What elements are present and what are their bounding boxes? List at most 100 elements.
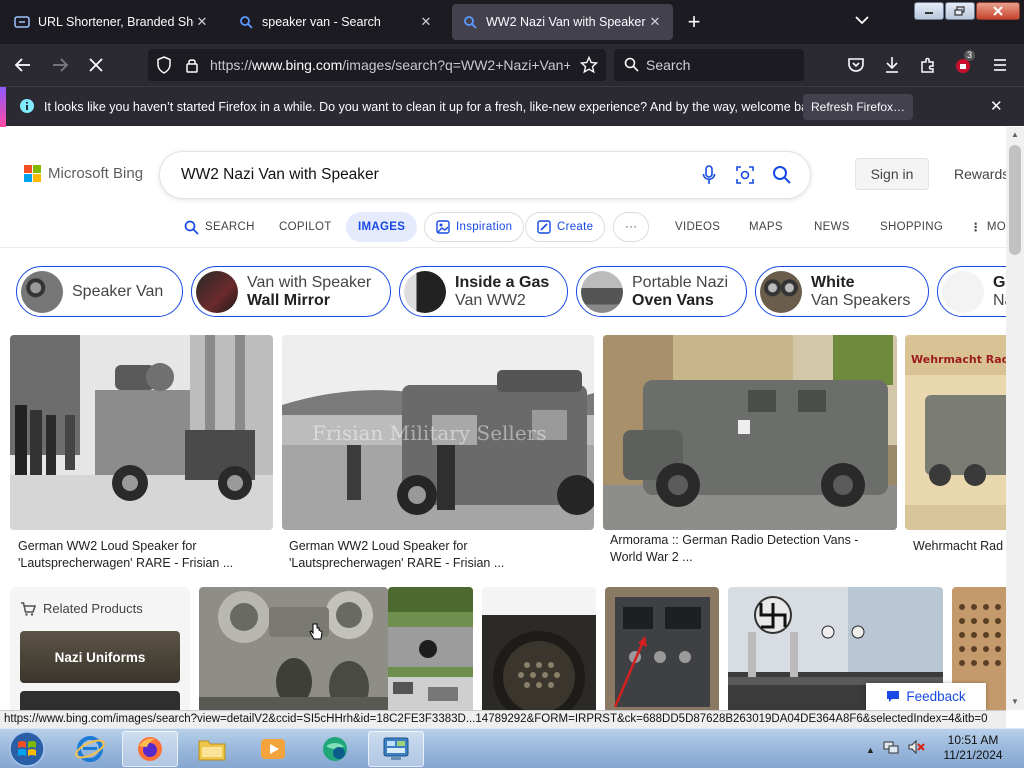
search-bar[interactable]: Search	[614, 49, 804, 81]
search-icon[interactable]	[770, 163, 794, 187]
scope-images[interactable]: IMAGES	[346, 212, 418, 242]
media-player-icon[interactable]	[245, 731, 301, 767]
result-image-1[interactable]	[10, 335, 273, 530]
forward-arrow-icon[interactable]	[48, 53, 72, 77]
volume-muted-icon[interactable]	[907, 739, 925, 760]
back-arrow-icon[interactable]	[11, 53, 35, 77]
related-product-nazi-uniforms[interactable]: Nazi Uniforms	[20, 631, 180, 683]
scope-more[interactable]: ⋮ MORE	[970, 212, 1006, 242]
result-image-5[interactable]	[199, 587, 388, 710]
windows-start-button[interactable]	[4, 730, 50, 768]
close-window-button[interactable]	[976, 2, 1020, 20]
feedback-button[interactable]: Feedback	[866, 683, 986, 710]
related-chip-portable-nazi-oven-vans[interactable]: Portable Nazi Oven Vans	[576, 266, 747, 317]
result-image-4[interactable]: Wehrmacht Rad	[905, 335, 1006, 530]
url-text[interactable]: https://www.bing.com/images/search?q=WW2…	[210, 57, 570, 73]
scope-copilot[interactable]: COPILOT	[279, 212, 332, 242]
related-chip-partial[interactable]: GeNa	[937, 266, 1006, 317]
rewards-link[interactable]: Rewards	[954, 166, 1006, 182]
scope-news[interactable]: NEWS	[814, 212, 850, 242]
extensions-puzzle-icon[interactable]	[916, 53, 940, 77]
chip-line-2: Na	[993, 291, 1006, 309]
caption-line-1: German WW2 Loud Speaker for	[289, 539, 468, 553]
refresh-firefox-button[interactable]: Refresh Firefox…	[803, 94, 913, 120]
scope-more-options[interactable]: ···	[613, 212, 650, 242]
chip-label: Van with Speaker Wall Mirror	[247, 274, 371, 310]
tab-title: WW2 Nazi Van with Speaker - Se	[486, 15, 647, 29]
scope-label: SEARCH	[205, 221, 255, 233]
shopping-cart-icon	[21, 601, 36, 616]
downloads-icon[interactable]	[880, 53, 904, 77]
url-bar[interactable]: https://www.bing.com/images/search?q=WW2…	[148, 49, 606, 81]
lock-icon[interactable]	[180, 53, 204, 77]
related-chip-van-with-speaker-wall-mirror[interactable]: Van with Speaker Wall Mirror	[191, 266, 391, 317]
related-product-card[interactable]	[20, 691, 180, 710]
tab-ww2-nazi-van[interactable]: WW2 Nazi Van with Speaker - Se ✕	[452, 4, 673, 40]
mouse-pointer-hand-icon	[309, 623, 323, 641]
network-icon[interactable]	[883, 739, 899, 760]
caption-line-2: 'Lautsprecherwagen' RARE - Frisian ...	[289, 556, 505, 570]
scope-search[interactable]: SEARCH	[184, 212, 255, 242]
close-notification-icon[interactable]: ✕	[990, 97, 1003, 115]
chip-line-2: Wall Mirror	[247, 291, 330, 309]
show-hidden-icons-icon[interactable]: ▲	[866, 745, 875, 755]
result-caption-3[interactable]: Armorama :: German Radio Detection Vans …	[610, 532, 900, 566]
related-chip-white-van-speakers[interactable]: White Van Speakers	[755, 266, 929, 317]
close-tab-icon[interactable]: ✕	[194, 14, 210, 30]
scroll-down-arrow-icon[interactable]: ▼	[1006, 694, 1024, 710]
control-panel-icon[interactable]	[368, 731, 424, 767]
stop-loading-icon[interactable]	[84, 53, 108, 77]
system-tray: ▲	[866, 739, 925, 760]
info-icon	[19, 98, 35, 119]
visual-search-camera-icon[interactable]	[733, 163, 757, 187]
extension-badge-icon[interactable]: 3	[952, 50, 976, 77]
list-all-tabs-icon[interactable]	[852, 12, 876, 32]
result-image-2[interactable]: Frisian Military Sellers	[282, 335, 594, 530]
result-image-8[interactable]	[605, 587, 719, 710]
globe-app-icon[interactable]	[307, 731, 363, 767]
close-tab-icon[interactable]: ✕	[647, 14, 663, 30]
search-query[interactable]: WW2 Nazi Van with Speaker	[181, 166, 379, 184]
close-tab-icon[interactable]: ✕	[418, 14, 434, 30]
result-caption-2[interactable]: German WW2 Loud Speaker for 'Lautsprecher…	[289, 538, 589, 572]
related-chip-inside-a-gas-van[interactable]: Inside a Gas Van WW2	[399, 266, 568, 317]
scope-shopping[interactable]: SHOPPING	[880, 212, 943, 242]
result-caption-1[interactable]: German WW2 Loud Speaker for 'Lautsprecher…	[18, 538, 268, 572]
clock-time: 10:51 AM	[947, 733, 999, 747]
taskbar-clock[interactable]: 10:51 AM 11/21/2024	[934, 733, 1012, 763]
firefox-taskbar-icon[interactable]	[122, 731, 178, 767]
hamburger-menu-icon[interactable]	[988, 53, 1012, 77]
internet-explorer-icon[interactable]	[62, 731, 118, 767]
result-caption-4[interactable]: Wehrmacht Rad	[913, 538, 1006, 555]
result-image-6[interactable]	[388, 587, 473, 710]
scroll-up-arrow-icon[interactable]: ▲	[1006, 127, 1024, 143]
new-tab-button[interactable]: +	[681, 10, 707, 36]
feedback-label: Feedback	[906, 689, 966, 704]
sign-in-button[interactable]: Sign in	[855, 158, 929, 190]
result-image-7[interactable]	[482, 587, 596, 710]
pocket-icon[interactable]	[844, 53, 868, 77]
scroll-thumb[interactable]	[1009, 145, 1021, 255]
tracking-protection-shield-icon[interactable]	[152, 53, 176, 77]
scope-videos[interactable]: VIDEOS	[675, 212, 720, 242]
search-icon	[238, 14, 254, 30]
chip-line-2: Oven Vans	[632, 291, 714, 309]
minimize-button[interactable]	[914, 2, 944, 20]
microphone-icon[interactable]	[697, 163, 721, 187]
chip-line-1: Van with Speaker	[247, 273, 372, 291]
page-scrollbar[interactable]: ▲ ▼	[1006, 127, 1024, 710]
scope-create[interactable]: Create	[525, 212, 606, 242]
chip-thumbnail	[21, 270, 63, 313]
scope-inspiration[interactable]: Inspiration	[424, 212, 525, 242]
related-products-panel: Related Products Nazi Uniforms	[10, 587, 190, 710]
tab-url-shortener[interactable]: URL Shortener, Branded Short Li ✕	[4, 4, 220, 40]
scope-maps[interactable]: MAPS	[749, 212, 783, 242]
file-explorer-icon[interactable]	[184, 731, 240, 767]
result-image-3[interactable]	[603, 335, 897, 530]
bookmark-star-icon[interactable]	[577, 53, 601, 77]
related-chip-speaker-van[interactable]: Speaker Van	[16, 266, 183, 317]
restore-button[interactable]	[945, 2, 975, 20]
search-box[interactable]: WW2 Nazi Van with Speaker	[160, 152, 810, 198]
tab-speaker-van-search[interactable]: speaker van - Search ✕	[228, 4, 444, 40]
bing-logo[interactable]: Microsoft Bing	[24, 165, 143, 182]
